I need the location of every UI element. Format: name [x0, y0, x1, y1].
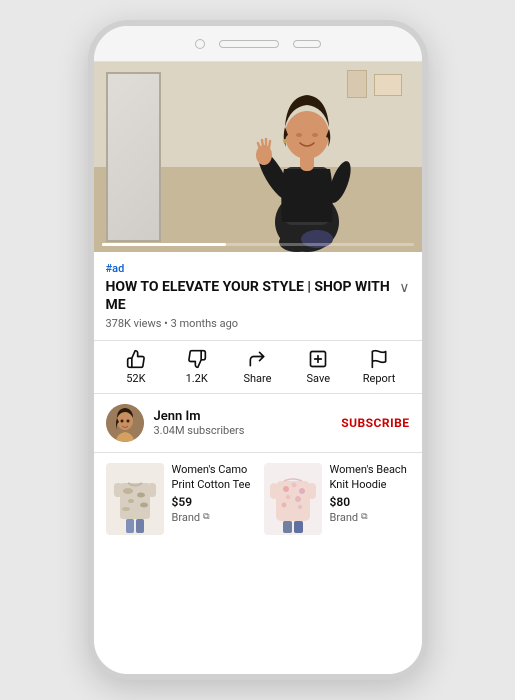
- product-image-2: [264, 463, 322, 535]
- dislike-icon: [187, 349, 207, 369]
- dislike-count: 1.2K: [186, 372, 208, 385]
- save-button[interactable]: Save: [296, 349, 340, 385]
- video-title: HOW TO ELEVATE YOUR STYLE | SHOP WITH ME: [106, 278, 394, 314]
- product-name-2: Women's Beach Knit Hoodie: [330, 463, 410, 492]
- phone-speaker: [219, 40, 279, 48]
- product-details-2: Women's Beach Knit Hoodie $80 Brand ⧉: [330, 463, 410, 524]
- product-card-1[interactable]: Women's Camo Print Cotton Tee $59 Brand …: [106, 463, 252, 535]
- phone-top-bar: [94, 26, 422, 62]
- report-label: Report: [363, 372, 396, 385]
- action-bar: 52K 1.2K: [106, 341, 410, 393]
- product-details-1: Women's Camo Print Cotton Tee $59 Brand …: [172, 463, 252, 524]
- content-area: #ad HOW TO ELEVATE YOUR STYLE | SHOP WIT…: [94, 252, 422, 547]
- external-link-icon-1: ⧉: [203, 512, 209, 522]
- channel-row: Jenn Im 3.04M subscribers SUBSCRIBE: [106, 394, 410, 452]
- video-progress-bar: [102, 243, 414, 246]
- phone-content: #ad HOW TO ELEVATE YOUR STYLE | SHOP WIT…: [94, 62, 422, 674]
- mirror: [106, 72, 161, 242]
- video-title-row: HOW TO ELEVATE YOUR STYLE | SHOP WITH ME…: [106, 278, 410, 314]
- like-icon: [126, 349, 146, 369]
- phone-camera: [195, 39, 205, 49]
- product-brand-2[interactable]: Brand ⧉: [330, 511, 410, 524]
- video-thumbnail[interactable]: [94, 62, 422, 252]
- product-brand-1[interactable]: Brand ⧉: [172, 511, 252, 524]
- dislike-button[interactable]: 1.2K: [175, 349, 219, 385]
- save-label: Save: [307, 372, 331, 385]
- share-icon: [247, 349, 267, 369]
- channel-avatar[interactable]: [106, 404, 144, 442]
- share-button[interactable]: Share: [235, 349, 279, 385]
- art-piece-1: [374, 74, 402, 96]
- phone-frame: #ad HOW TO ELEVATE YOUR STYLE | SHOP WIT…: [88, 20, 428, 680]
- chevron-down-icon[interactable]: ∨: [399, 280, 409, 296]
- report-icon: [369, 349, 389, 369]
- report-button[interactable]: Report: [357, 349, 401, 385]
- like-button[interactable]: 52K: [114, 349, 158, 385]
- product-image-1: [106, 463, 164, 535]
- product-card-2[interactable]: Women's Beach Knit Hoodie $80 Brand ⧉: [264, 463, 410, 535]
- video-progress-fill: [102, 243, 227, 246]
- external-link-icon-2: ⧉: [361, 512, 367, 522]
- like-count: 52K: [126, 372, 145, 385]
- product-name-1: Women's Camo Print Cotton Tee: [172, 463, 252, 492]
- product-price-2: $80: [330, 495, 410, 509]
- product-price-1: $59: [172, 495, 252, 509]
- channel-info: Jenn Im 3.04M subscribers: [154, 409, 332, 437]
- subscribe-button[interactable]: SUBSCRIBE: [341, 416, 409, 430]
- channel-subscribers: 3.04M subscribers: [154, 424, 332, 437]
- phone-button: [293, 40, 321, 48]
- video-person: [252, 67, 362, 252]
- channel-name: Jenn Im: [154, 409, 332, 424]
- products-row: Women's Camo Print Cotton Tee $59 Brand …: [106, 453, 410, 547]
- video-meta: 378K views • 3 months ago: [106, 317, 410, 330]
- ad-label: #ad: [106, 262, 410, 275]
- save-icon: [308, 349, 328, 369]
- share-label: Share: [243, 372, 271, 385]
